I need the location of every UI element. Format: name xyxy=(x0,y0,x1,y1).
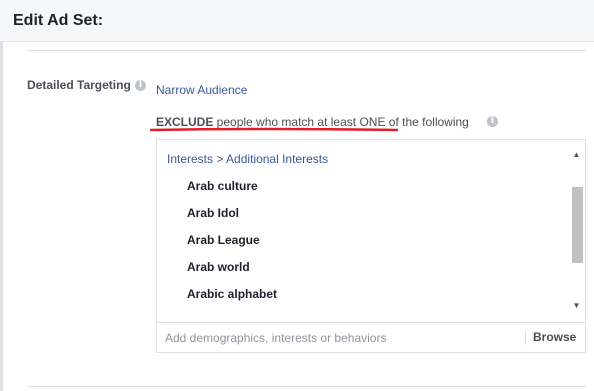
browse-button[interactable]: Browse xyxy=(533,330,576,344)
info-icon[interactable]: i xyxy=(487,116,498,127)
breadcrumb: Interests > Additional Interests xyxy=(167,152,328,166)
section-divider xyxy=(27,50,586,51)
annotation-underline xyxy=(150,127,398,132)
narrow-audience-link[interactable]: Narrow Audience xyxy=(156,83,247,97)
panel-header: Edit Ad Set: xyxy=(0,0,594,42)
left-rail xyxy=(0,0,3,391)
scroll-thumb[interactable] xyxy=(572,187,583,263)
breadcrumb-additional-interests[interactable]: Additional Interests xyxy=(226,152,328,166)
detailed-targeting-label: Detailed Targeting xyxy=(27,78,131,92)
exclude-targeting-box: Interests > Additional Interests Arab cu… xyxy=(156,139,586,353)
list-item[interactable]: Arab Idol xyxy=(187,206,239,220)
breadcrumb-separator: > xyxy=(213,152,227,166)
triangle-up-icon[interactable]: ▲ xyxy=(568,147,585,163)
info-icon[interactable]: i xyxy=(135,80,146,91)
page-title: Edit Ad Set: xyxy=(13,12,104,29)
list-item[interactable]: Arab world xyxy=(187,260,250,274)
search-row: Browse xyxy=(157,322,585,352)
bottom-divider xyxy=(27,386,586,387)
list-item[interactable]: Arab culture xyxy=(187,179,258,193)
breadcrumb-interests[interactable]: Interests xyxy=(167,152,213,166)
list-item[interactable]: Arab League xyxy=(187,233,260,247)
list-scrollbar[interactable]: ▲ ▼ xyxy=(568,140,585,314)
interest-list: Interests > Additional Interests Arab cu… xyxy=(157,140,567,314)
list-item[interactable]: Arabic alphabet xyxy=(187,287,277,301)
search-input[interactable] xyxy=(157,323,523,352)
triangle-down-icon[interactable]: ▼ xyxy=(568,298,585,314)
edit-ad-set-panel: Edit Ad Set: Detailed Targeting i Narrow… xyxy=(0,0,594,391)
browse-divider xyxy=(525,331,526,345)
